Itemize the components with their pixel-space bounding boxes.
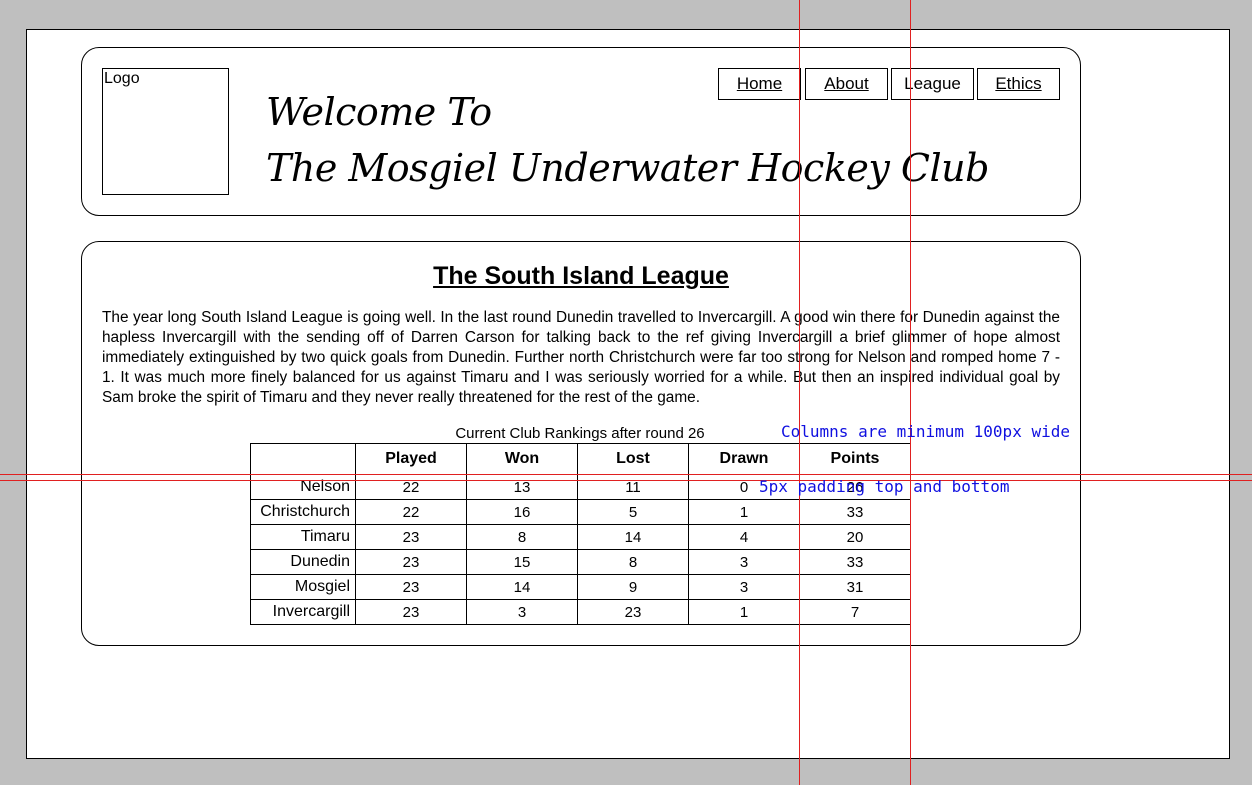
table-cell: 14 xyxy=(577,524,689,550)
column-header: Drawn xyxy=(688,443,800,475)
table-cell: 5 xyxy=(577,499,689,525)
table-cell: 20 xyxy=(799,524,911,550)
table-row: Christchurch 22 16 5 1 33 xyxy=(250,499,911,525)
table-cell: 13 xyxy=(466,474,578,500)
table-cell: 23 xyxy=(355,574,467,600)
table-cell: 7 xyxy=(799,599,911,625)
table-cell: 11 xyxy=(577,474,689,500)
vertical-guide-line xyxy=(799,0,800,785)
table-cell: 1 xyxy=(688,599,800,625)
vertical-guide-line xyxy=(910,0,911,785)
table-cell: 23 xyxy=(355,599,467,625)
rankings-table: Played Won Lost Drawn Points Nelson 22 1… xyxy=(250,443,911,625)
table-cell: 15 xyxy=(466,549,578,575)
table-cell: 23 xyxy=(577,599,689,625)
logo-placeholder: Logo xyxy=(102,68,229,195)
nav-link-about[interactable]: About xyxy=(805,68,888,100)
table-row: Mosgiel 23 14 9 3 31 xyxy=(250,574,911,600)
table-cell: 9 xyxy=(577,574,689,600)
table-cell: 3 xyxy=(688,574,800,600)
nav-link-home[interactable]: Home xyxy=(718,68,801,100)
table-cell: 14 xyxy=(466,574,578,600)
club-name-cell: Dunedin xyxy=(250,549,356,575)
logo-label: Logo xyxy=(104,70,140,87)
table-cell: 3 xyxy=(688,549,800,575)
club-name-cell: Timaru xyxy=(250,524,356,550)
table-cell: 22 xyxy=(355,499,467,525)
table-cell: 33 xyxy=(799,499,911,525)
nav-link-ethics[interactable]: Ethics xyxy=(977,68,1060,100)
horizontal-guide-line xyxy=(0,480,1252,481)
table-cell: 16 xyxy=(466,499,578,525)
table-cell: 22 xyxy=(355,474,467,500)
column-header: Played xyxy=(355,443,467,475)
table-cell: 1 xyxy=(688,499,800,525)
column-header xyxy=(250,443,356,475)
table-row: Dunedin 23 15 8 3 33 xyxy=(250,549,911,575)
club-name-cell: Mosgiel xyxy=(250,574,356,600)
page-title: The South Island League xyxy=(433,262,729,290)
table-cell: 4 xyxy=(688,524,800,550)
padding-annotation: 5px padding top and bottom xyxy=(759,477,1010,496)
table-cell: 23 xyxy=(355,524,467,550)
columns-width-annotation: Columns are minimum 100px wide xyxy=(781,422,1070,441)
table-header-row: Played Won Lost Drawn Points xyxy=(250,443,911,475)
table-cell: 33 xyxy=(799,549,911,575)
club-name-cell: Nelson xyxy=(250,474,356,500)
table-cell: 23 xyxy=(355,549,467,575)
table-cell: 31 xyxy=(799,574,911,600)
welcome-line-2: The Mosgiel Underwater Hockey Club xyxy=(266,146,989,190)
nav-link-league[interactable]: League xyxy=(891,68,974,100)
site-title: Welcome To The Mosgiel Underwater Hockey… xyxy=(266,84,989,196)
table-cell: 3 xyxy=(466,599,578,625)
club-name-cell: Invercargill xyxy=(250,599,356,625)
column-header: Points xyxy=(799,443,911,475)
horizontal-guide-line xyxy=(0,474,1252,475)
table-cell: 8 xyxy=(577,549,689,575)
column-header: Lost xyxy=(577,443,689,475)
table-cell: 8 xyxy=(466,524,578,550)
column-header: Won xyxy=(466,443,578,475)
league-report-paragraph: The year long South Island League is goi… xyxy=(102,309,1060,406)
club-name-cell: Christchurch xyxy=(250,499,356,525)
table-row: Timaru 23 8 14 4 20 xyxy=(250,524,911,550)
table-row: Invercargill 23 3 23 1 7 xyxy=(250,599,911,625)
